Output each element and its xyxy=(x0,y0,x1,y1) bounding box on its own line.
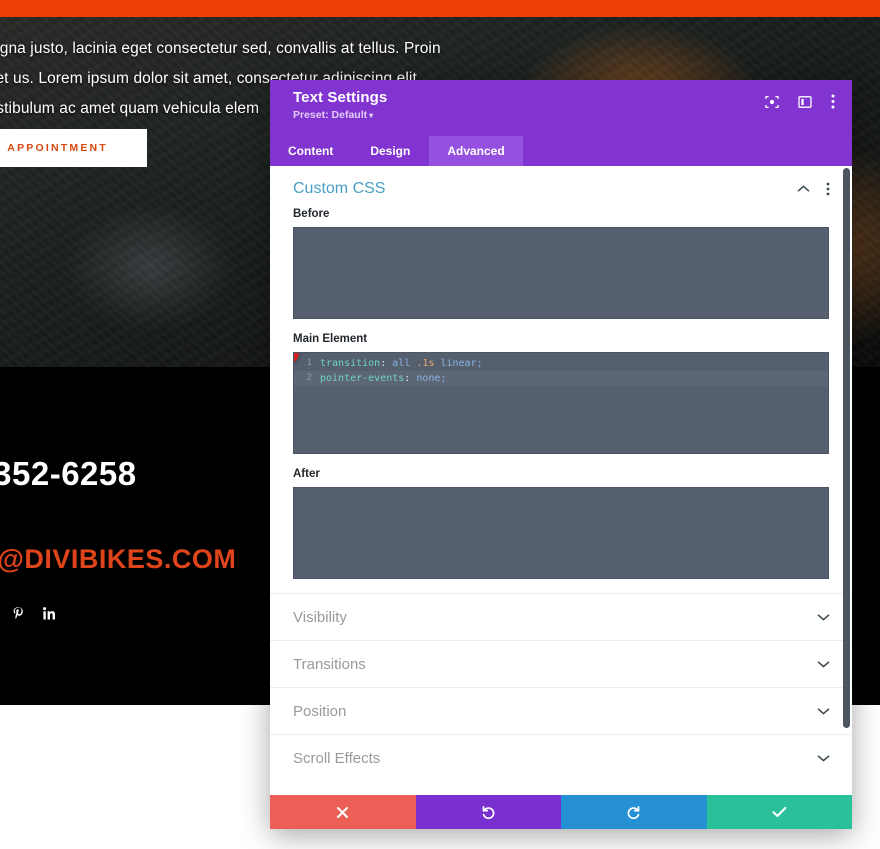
custom-css-section-header[interactable]: Custom CSS xyxy=(270,166,852,208)
code-editor-lines[interactable]: 1 transition: all .1s linear; 2 pointer-… xyxy=(294,353,828,386)
field-label-after: After xyxy=(293,468,320,480)
section-label: Position xyxy=(293,702,347,720)
modal-scrollbar[interactable] xyxy=(843,168,850,728)
footer-email-address[interactable]: O@DIVIBIKES.COM xyxy=(0,544,236,575)
section-visibility[interactable]: Visibility xyxy=(270,593,852,640)
section-label: Transitions xyxy=(293,655,366,673)
before-css-editor[interactable] xyxy=(293,227,829,319)
cancel-button[interactable] xyxy=(270,795,416,829)
section-more-options-icon[interactable] xyxy=(826,182,830,196)
field-label-main-element: Main Element xyxy=(293,333,368,345)
css-semicolon: ; xyxy=(440,373,447,384)
code-line: 1 transition: all .1s linear; xyxy=(294,356,828,371)
preset-label: Preset: Default xyxy=(293,109,368,121)
section-transitions[interactable]: Transitions xyxy=(270,640,852,687)
field-label-before: Before xyxy=(293,208,330,220)
more-options-icon[interactable] xyxy=(831,94,835,109)
css-number: .1s xyxy=(410,358,435,369)
section-scroll-effects[interactable]: Scroll Effects xyxy=(270,734,852,781)
make-appointment-label: E AN APPOINTMENT xyxy=(0,142,108,154)
chevron-down-icon xyxy=(817,613,830,621)
main-element-css-editor[interactable]: 1 1 transition: all .1s linear; 2 pointe… xyxy=(293,352,829,454)
make-appointment-button[interactable]: E AN APPOINTMENT xyxy=(0,129,147,167)
tab-content[interactable]: Content xyxy=(270,136,351,166)
chevron-up-icon[interactable] xyxy=(797,185,810,193)
layout-panel-icon[interactable] xyxy=(798,95,812,109)
undo-icon xyxy=(481,805,496,820)
modal-header-icons xyxy=(765,94,835,109)
after-css-editor[interactable] xyxy=(293,487,829,579)
field-after: After xyxy=(270,468,852,579)
redo-button[interactable] xyxy=(561,795,707,829)
tab-advanced[interactable]: Advanced xyxy=(429,136,523,166)
field-before: Before xyxy=(270,208,852,319)
code-text: pointer-events: none; xyxy=(320,371,446,386)
section-title: Custom CSS xyxy=(293,180,386,197)
modal-header: Text Settings Preset: Default ▾ xyxy=(270,80,852,136)
section-position[interactable]: Position xyxy=(270,687,852,734)
footer-phone-number: ) 352-6258 xyxy=(0,455,137,492)
css-value: linear xyxy=(434,358,477,369)
top-accent-bar xyxy=(0,0,880,17)
css-property: pointer-events xyxy=(320,373,405,384)
text-settings-modal: Text Settings Preset: Default ▾ Content … xyxy=(270,80,852,829)
chevron-down-icon xyxy=(817,707,830,715)
code-text: transition: all .1s linear; xyxy=(320,356,483,371)
social-links xyxy=(12,606,56,624)
code-line: 2 pointer-events: none; xyxy=(294,371,828,386)
modal-tabs: Content Design Advanced xyxy=(270,136,852,166)
chevron-down-icon xyxy=(817,754,830,762)
pinterest-icon[interactable] xyxy=(12,606,25,624)
css-value: all xyxy=(386,358,411,369)
check-icon xyxy=(772,806,787,818)
css-property: transition xyxy=(320,358,381,369)
chevron-down-icon xyxy=(817,660,830,668)
modal-footer xyxy=(270,795,852,829)
section-label: Scroll Effects xyxy=(293,749,381,767)
modal-title: Text Settings xyxy=(293,89,388,106)
tab-design[interactable]: Design xyxy=(351,136,429,166)
field-main-element: Main Element 1 1 transition: all .1s lin… xyxy=(270,333,852,454)
section-label: Visibility xyxy=(293,608,347,626)
preset-selector[interactable]: Preset: Default ▾ xyxy=(293,109,838,121)
undo-button[interactable] xyxy=(415,795,561,829)
modal-body: Custom CSS Before Main Element 1 transit… xyxy=(270,166,852,795)
save-button[interactable] xyxy=(706,795,852,829)
focus-icon[interactable] xyxy=(765,95,779,109)
close-icon xyxy=(336,806,349,819)
css-semicolon: ; xyxy=(476,358,483,369)
chevron-down-icon: ▾ xyxy=(369,111,374,120)
redo-icon xyxy=(626,805,641,820)
line-number: 1 xyxy=(306,358,312,368)
line-number: 2 xyxy=(306,373,312,383)
linkedin-icon[interactable] xyxy=(43,607,56,623)
css-value: none xyxy=(410,373,441,384)
